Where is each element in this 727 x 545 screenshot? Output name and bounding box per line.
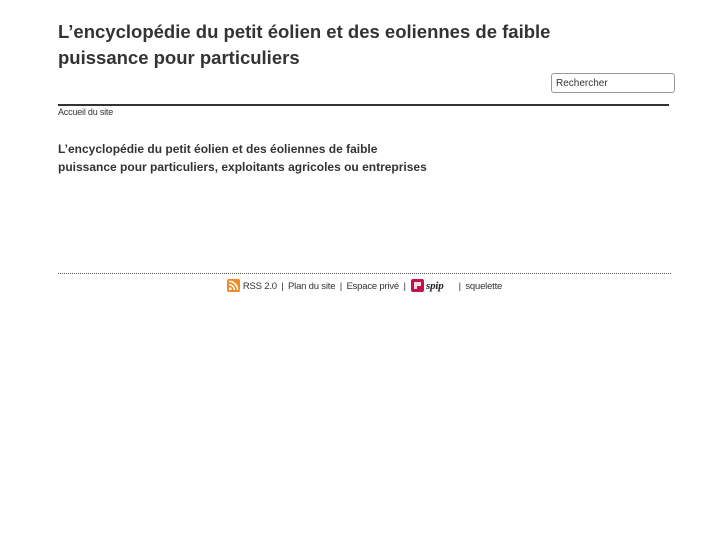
spip-logo: spip [411, 279, 445, 292]
rss-link[interactable]: RSS 2.0 [226, 279, 279, 292]
footer: RSS 2.0 | Plan du site | Espace privé | … [58, 279, 671, 295]
site-description-line1: L’encyclopédie du petit éolien et des éo… [58, 142, 378, 156]
footer-separator: | [339, 281, 343, 292]
footer-separator: | [281, 281, 284, 292]
site-title-line2: puissance pour particuliers [58, 47, 300, 68]
site-title-line1: L’encyclopédie du petit éolien et des eo… [58, 21, 551, 42]
private-area-link[interactable]: Espace privé [346, 281, 399, 292]
skeleton-link[interactable]: squelette [465, 281, 502, 292]
spip-logo-link[interactable]: spip [411, 279, 453, 295]
site-description: L’encyclopédie du petit éolien et des éo… [58, 140, 498, 176]
footer-separator: | [403, 281, 406, 292]
search-input[interactable] [551, 73, 675, 93]
header-divider [58, 104, 669, 106]
sitemap-link[interactable]: Plan du site [288, 281, 335, 292]
site-description-line2: puissance pour particuliers, exploitants… [58, 160, 427, 174]
breadcrumb-home-link[interactable]: Accueil du site [58, 107, 113, 117]
rss-feed-icon [226, 279, 240, 292]
footer-divider [58, 273, 671, 274]
svg-text:spip: spip [425, 280, 444, 292]
site-title-link[interactable]: L’encyclopédie du petit éolien et des eo… [58, 19, 618, 71]
footer-separator: | [458, 281, 462, 292]
rss-link-label: RSS 2.0 [242, 281, 277, 292]
